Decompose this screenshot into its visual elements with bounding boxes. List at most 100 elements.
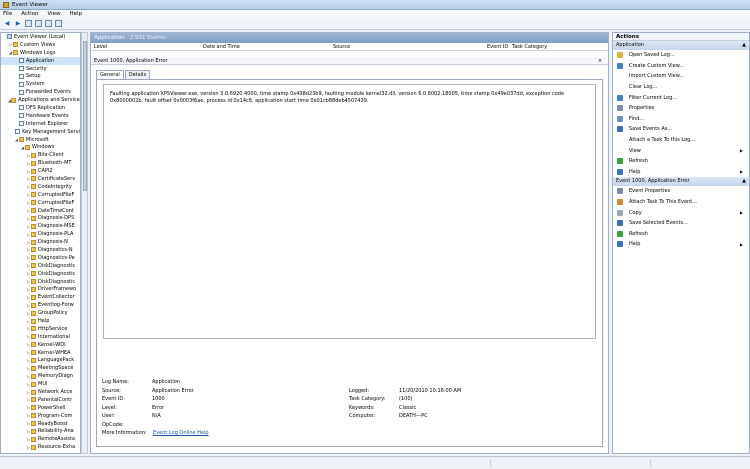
action-item[interactable]: Save Selected Events... xyxy=(613,218,749,229)
tree-item[interactable]: ▷ Reliability-Ana xyxy=(1,428,80,436)
tree-item-label: Application xyxy=(26,57,54,64)
tree-item[interactable]: ▷ ParentalContr xyxy=(1,396,80,404)
action-item[interactable]: Open Saved Log... xyxy=(613,50,749,61)
tree-item[interactable]: ▷ MUI xyxy=(1,380,80,388)
tree-item[interactable]: ▷ MemoryDiagn xyxy=(1,372,80,380)
tree-item[interactable]: ▷ CodeIntegrity xyxy=(1,183,80,191)
tree-item[interactable]: ▷ Network Acce xyxy=(1,388,80,396)
show-pane-icon[interactable] xyxy=(55,20,62,27)
tree-item[interactable]: ▷ Program-Com xyxy=(1,412,80,420)
tree-item[interactable]: ◢ Applications and Services xyxy=(1,96,80,104)
forward-icon[interactable]: ▶ xyxy=(14,20,22,28)
tree-item[interactable]: ▷ EventCollector xyxy=(1,293,80,301)
tree-item[interactable]: Key Management Servi xyxy=(1,128,80,136)
tree-item[interactable]: ▷ LanguagePack xyxy=(1,357,80,365)
tree-item[interactable]: ▷ Kernel-WHEA xyxy=(1,349,80,357)
tree-item[interactable]: Application xyxy=(1,56,80,65)
tree-item[interactable]: ▷ PowerShell xyxy=(1,404,80,412)
tree-item[interactable]: ◢ Windows xyxy=(1,143,80,151)
tree-item[interactable]: ▷ Help xyxy=(1,317,80,325)
menu-file[interactable]: File xyxy=(3,11,12,17)
tree-item[interactable]: ▷ Bits-Client xyxy=(1,151,80,159)
up-folder-icon[interactable] xyxy=(25,20,32,27)
tree-item[interactable]: ▷ DateTimeCont xyxy=(1,207,80,215)
action-item[interactable]: Properties xyxy=(613,103,749,114)
action-item[interactable]: Copy ▶ xyxy=(613,207,749,218)
action-item[interactable]: Attach Task To This Event... xyxy=(613,197,749,208)
tree-item[interactable]: Event Viewer (Local) xyxy=(1,33,80,41)
tree-item[interactable]: Internet Explorer xyxy=(1,120,80,128)
action-item[interactable]: Help ▶ xyxy=(613,239,749,250)
tree-item[interactable]: ▷ Kernel-WDI xyxy=(1,341,80,349)
tree-item[interactable]: ▷ Diagnostics-N xyxy=(1,246,80,254)
action-item[interactable]: Create Custom View... xyxy=(613,61,749,72)
tree-item[interactable]: Security xyxy=(1,65,80,73)
event-message[interactable]: Faulting application XPSViewer.exe, vers… xyxy=(103,84,596,339)
close-icon[interactable]: × xyxy=(598,58,602,64)
tree-scrollbar[interactable] xyxy=(81,32,88,454)
tree-item[interactable]: ▷ Diagnosis-N xyxy=(1,238,80,246)
tree-item[interactable]: ▷ CAPI2 xyxy=(1,167,80,175)
tree-item[interactable]: ▷ Custom Views xyxy=(1,41,80,49)
tree-item[interactable]: ▷ DiskDiagnostic xyxy=(1,262,80,270)
collapse-icon[interactable]: ▲ xyxy=(742,177,746,186)
action-item[interactable]: Filter Current Log... xyxy=(613,92,749,103)
tab-details[interactable]: Details xyxy=(124,70,151,79)
tree-item[interactable]: ▷ CertificateServ xyxy=(1,175,80,183)
actions-section-event[interactable]: Event 1000, Application Error ▲ xyxy=(613,177,749,187)
tree-item[interactable]: ▷ ReadyBoost xyxy=(1,420,80,428)
event-log-online-help-link[interactable]: Event Log Online Help xyxy=(153,430,209,436)
action-item[interactable]: Help ▶ xyxy=(613,167,749,178)
tree-item[interactable]: ▷ Diagnosis-DPS xyxy=(1,214,80,222)
menu-help[interactable]: Help xyxy=(70,11,83,17)
tree-item[interactable]: ▷ DiskDiagnostic xyxy=(1,270,80,278)
action-item[interactable]: Attach a Task To this Log... xyxy=(613,135,749,146)
tree-item[interactable]: ▷ GroupPolicy xyxy=(1,309,80,317)
action-item[interactable]: Event Properties xyxy=(613,186,749,197)
tree-item[interactable]: ▷ International xyxy=(1,333,80,341)
tree-item[interactable]: ▷ CorruptedFileF xyxy=(1,191,80,199)
field-logged-value: 11/20/2010 10:16:00 AM xyxy=(399,387,462,394)
action-item[interactable]: Save Events As... xyxy=(613,124,749,135)
actions-section-application[interactable]: Application ▲ xyxy=(613,41,749,50)
col-source[interactable]: Source xyxy=(333,44,350,50)
tree-item[interactable]: ▷ HttpService xyxy=(1,325,80,333)
collapse-icon[interactable]: ▲ xyxy=(742,41,746,50)
tree-scrollbar-thumb[interactable] xyxy=(83,41,87,191)
log-icon xyxy=(19,89,24,95)
tree-item[interactable]: ◢ Microsoft xyxy=(1,136,80,144)
tree-item[interactable]: Setup xyxy=(1,72,80,80)
action-item[interactable]: Refresh xyxy=(613,229,749,240)
back-icon[interactable]: ◀ xyxy=(3,20,11,28)
tree-item[interactable]: DFS Replication xyxy=(1,104,80,112)
action-item[interactable]: Refresh xyxy=(613,156,749,167)
col-task-category[interactable]: Task Category xyxy=(512,44,547,50)
tree-item[interactable]: ◢ Windows Logs xyxy=(1,49,80,57)
tree-item[interactable]: ▷ MeetingSpace xyxy=(1,364,80,372)
action-item[interactable]: Find... xyxy=(613,114,749,125)
col-level[interactable]: Level xyxy=(94,44,107,50)
menu-action[interactable]: Action xyxy=(21,11,38,17)
tree-item[interactable]: ▷ RemoteAssista xyxy=(1,435,80,443)
help-icon[interactable] xyxy=(35,20,42,27)
col-event-id[interactable]: Event ID xyxy=(487,44,508,50)
tab-general[interactable]: General xyxy=(96,70,124,79)
tree-item[interactable]: Hardware Events xyxy=(1,112,80,120)
action-item[interactable]: Import Custom View... xyxy=(613,71,749,82)
tree-item[interactable]: ▷ CorruptedFileF xyxy=(1,199,80,207)
action-item[interactable]: Clear Log... xyxy=(613,82,749,93)
tree-item[interactable]: ▷ DriverFramewo xyxy=(1,286,80,294)
tree-item[interactable]: ▷ Bluetooth-MT xyxy=(1,159,80,167)
tree-item[interactable]: ▷ DiskDiagnostic xyxy=(1,278,80,286)
tree-item[interactable]: ▷ Eventlog-Forw xyxy=(1,301,80,309)
properties-icon[interactable] xyxy=(45,20,52,27)
action-item[interactable]: View ▶ xyxy=(613,145,749,156)
tree-item[interactable]: System xyxy=(1,80,80,88)
tree-item[interactable]: Forwarded Events xyxy=(1,88,80,96)
tree-item[interactable]: ▷ Diagnostics-Pe xyxy=(1,254,80,262)
tree-item[interactable]: ▷ Diagnosis-MSE xyxy=(1,222,80,230)
col-date-time[interactable]: Date and Time xyxy=(203,44,240,50)
menu-view[interactable]: View xyxy=(47,11,60,17)
tree-item[interactable]: ▷ Resource-Exha xyxy=(1,443,80,451)
tree-item[interactable]: ▷ Diagnosis-PLA xyxy=(1,230,80,238)
